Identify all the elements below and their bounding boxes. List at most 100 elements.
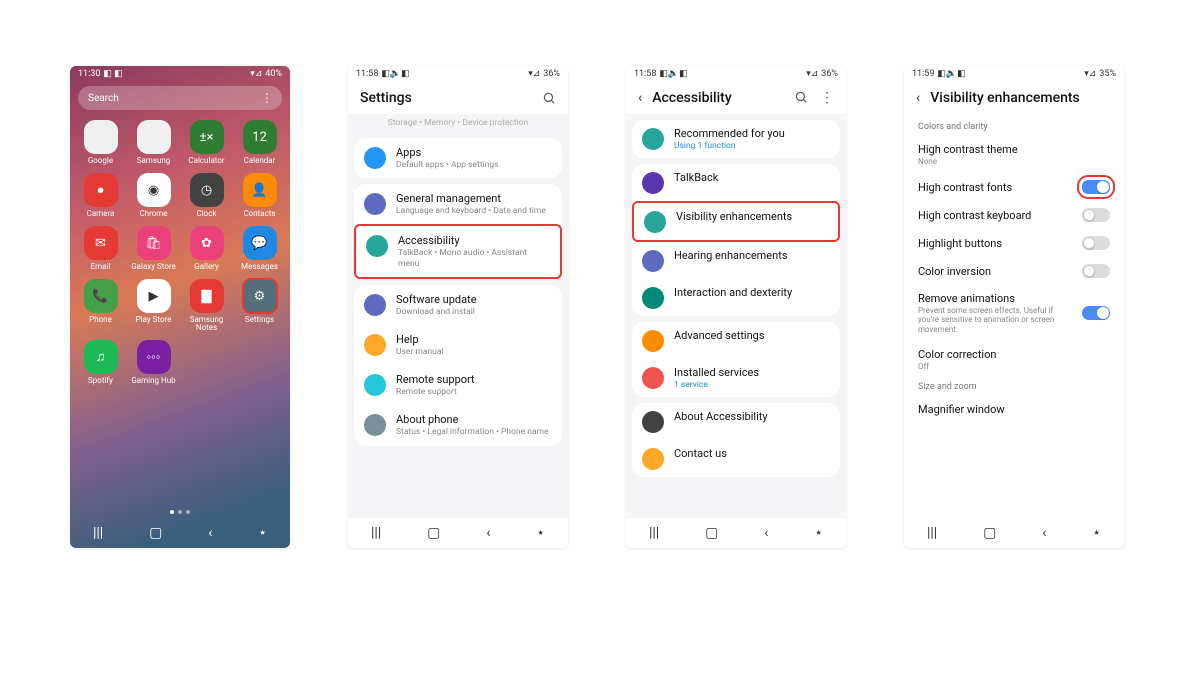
- toggle-switch[interactable]: [1082, 236, 1110, 250]
- settings-item-remote-support[interactable]: Remote supportRemote support: [354, 365, 562, 405]
- app-contacts[interactable]: 👤Contacts: [235, 173, 284, 218]
- app-spotify[interactable]: ♫Spotify: [76, 340, 125, 385]
- app-clock[interactable]: ◷Clock: [182, 173, 231, 218]
- accessibility-button[interactable]: ⋆: [258, 525, 267, 541]
- setting-title: High contrast theme: [918, 143, 1102, 156]
- app-play-store[interactable]: ▶Play Store: [129, 279, 178, 332]
- app-chrome[interactable]: ◉Chrome: [129, 173, 178, 218]
- setting-subtitle: None: [918, 157, 1102, 166]
- accessibility-item-visibility-enhancements[interactable]: Visibility enhancements: [632, 201, 840, 242]
- setting-high-contrast-theme[interactable]: High contrast themeNone: [916, 136, 1112, 173]
- app-galaxy-store[interactable]: 🛍Galaxy Store: [129, 226, 178, 271]
- app-email[interactable]: ✉Email: [76, 226, 125, 271]
- item-title: Installed services: [674, 366, 830, 379]
- more-icon[interactable]: ⋮: [820, 90, 834, 106]
- toggle-switch[interactable]: [1082, 180, 1110, 194]
- settings-item-general-management[interactable]: General managementLanguage and keyboard …: [354, 184, 562, 224]
- toggle-switch[interactable]: [1082, 264, 1110, 278]
- accessibility-button[interactable]: ⋆: [814, 525, 823, 541]
- item-icon: [364, 147, 386, 169]
- home-button[interactable]: ▢: [983, 525, 996, 541]
- back-button[interactable]: ‹: [486, 525, 490, 541]
- home-button[interactable]: ▢: [149, 525, 162, 541]
- app-samsung[interactable]: Samsung: [129, 120, 178, 165]
- status-bar: 11:58 ◧🔉◧ ▾⊿ 36%: [348, 66, 568, 82]
- app-calendar[interactable]: 12Calendar: [235, 120, 284, 165]
- recents-button[interactable]: |||: [371, 525, 381, 541]
- app-messages[interactable]: 💬Messages: [235, 226, 284, 271]
- app-google[interactable]: Google: [76, 120, 125, 165]
- item-icon: [642, 128, 664, 150]
- app-gaming-hub[interactable]: ◦◦◦Gaming Hub: [129, 340, 178, 385]
- app-label: Spotify: [88, 377, 113, 385]
- back-arrow[interactable]: ‹: [638, 90, 642, 106]
- app-phone[interactable]: 📞Phone: [76, 279, 125, 332]
- settings-item-accessibility[interactable]: AccessibilityTalkBack • Mono audio • Ass…: [354, 224, 562, 278]
- app-gallery[interactable]: ✿Gallery: [182, 226, 231, 271]
- more-icon[interactable]: ⋮: [261, 91, 272, 105]
- setting-highlight-buttons[interactable]: Highlight buttons: [916, 229, 1112, 257]
- status-icons: ◧🔉◧: [937, 69, 965, 79]
- section-header-size: Size and zoom: [916, 378, 1112, 396]
- item-icon: [642, 172, 664, 194]
- accessibility-item-hearing-enhancements[interactable]: Hearing enhancements: [632, 242, 840, 279]
- app-label: Calculator: [188, 157, 224, 165]
- setting-color-inversion[interactable]: Color inversion: [916, 257, 1112, 285]
- item-title: General management: [396, 192, 552, 205]
- accessibility-card: Recommended for youUsing 1 function: [632, 120, 840, 158]
- search-bar[interactable]: Search ⋮: [78, 86, 282, 110]
- section-header-colors: Colors and clarity: [916, 118, 1112, 136]
- setting-remove-animations[interactable]: Remove animationsPrevent some screen eff…: [916, 285, 1112, 341]
- settings-item-apps[interactable]: AppsDefault apps • App settings: [354, 138, 562, 178]
- chrome-icon: ◉: [137, 173, 171, 207]
- status-bar: 11:59 ◧🔉◧ ▾⊿ 35%: [904, 66, 1124, 82]
- search-icon[interactable]: [794, 90, 808, 106]
- home-button[interactable]: ▢: [705, 525, 718, 541]
- accessibility-item-about-accessibility[interactable]: About Accessibility: [632, 403, 840, 440]
- header: Settings: [348, 82, 568, 114]
- item-icon: [642, 448, 664, 470]
- settings-item-software-update[interactable]: Software updateDownload and install: [354, 285, 562, 325]
- search-icon[interactable]: [542, 91, 556, 105]
- recents-button[interactable]: |||: [93, 525, 103, 541]
- item-title: Software update: [396, 293, 552, 306]
- app-camera[interactable]: ●Camera: [76, 173, 125, 218]
- accessibility-item-recommended-for-you[interactable]: Recommended for youUsing 1 function: [632, 120, 840, 158]
- setting-high-contrast-keyboard[interactable]: High contrast keyboard: [916, 201, 1112, 229]
- accessibility-button[interactable]: ⋆: [536, 525, 545, 541]
- setting-color-correction[interactable]: Color correctionOff: [916, 341, 1112, 378]
- status-time: 11:58: [356, 69, 378, 79]
- app-samsung-notes[interactable]: ▇Samsung Notes: [182, 279, 231, 332]
- item-icon: [642, 250, 664, 272]
- accessibility-button[interactable]: ⋆: [1092, 525, 1101, 541]
- recents-button[interactable]: |||: [927, 525, 937, 541]
- app-settings[interactable]: ⚙Settings: [235, 279, 284, 332]
- accessibility-item-installed-services[interactable]: Installed services1 service: [632, 359, 840, 397]
- item-subtitle: Status • Legal information • Phone name: [396, 427, 552, 437]
- setting-high-contrast-fonts[interactable]: High contrast fonts: [916, 173, 1112, 201]
- item-icon: [644, 211, 666, 233]
- item-subtitle: 1 service: [674, 380, 830, 390]
- home-button[interactable]: ▢: [427, 525, 440, 541]
- back-button[interactable]: ‹: [764, 525, 768, 541]
- settings-item-about-phone[interactable]: About phoneStatus • Legal information • …: [354, 405, 562, 445]
- settings-list: Storage • Memory • Device protectionApps…: [348, 114, 568, 518]
- item-icon: [642, 411, 664, 433]
- accessibility-item-contact-us[interactable]: Contact us: [632, 440, 840, 477]
- back-button[interactable]: ‹: [208, 525, 212, 541]
- back-button[interactable]: ‹: [1042, 525, 1046, 541]
- signal-icon: ▾⊿: [250, 69, 262, 79]
- accessibility-item-advanced-settings[interactable]: Advanced settings: [632, 322, 840, 359]
- setting-magnifier-window[interactable]: Magnifier window: [916, 396, 1112, 423]
- accessibility-item-interaction-and-dexterity[interactable]: Interaction and dexterity: [632, 279, 840, 316]
- recents-button[interactable]: |||: [649, 525, 659, 541]
- play-store-icon: ▶: [137, 279, 171, 313]
- settings-item-help[interactable]: HelpUser manual: [354, 325, 562, 365]
- accessibility-item-talkback[interactable]: TalkBack: [632, 164, 840, 201]
- item-icon: [642, 330, 664, 352]
- toggle-switch[interactable]: [1082, 208, 1110, 222]
- battery-label: 40%: [265, 69, 282, 79]
- app-calculator[interactable]: ±×Calculator: [182, 120, 231, 165]
- toggle-switch[interactable]: [1082, 306, 1110, 320]
- back-arrow[interactable]: ‹: [916, 90, 920, 106]
